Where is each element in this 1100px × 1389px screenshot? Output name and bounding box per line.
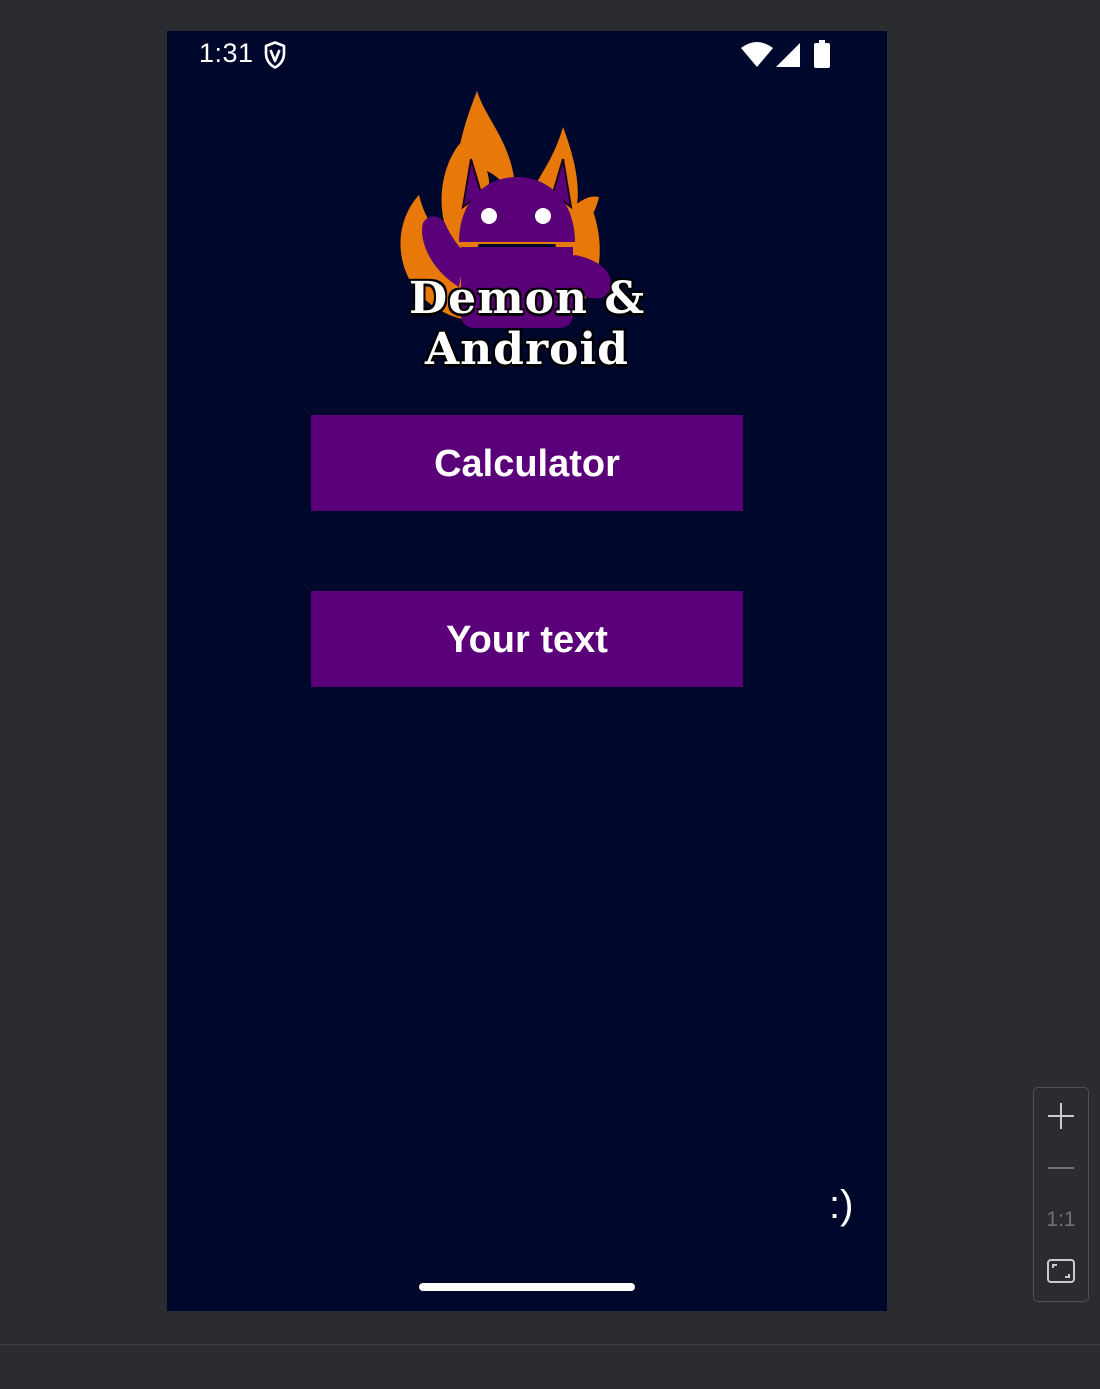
gesture-nav-handle[interactable] <box>419 1283 635 1291</box>
wifi-icon <box>741 42 773 67</box>
status-time: 1:31 <box>199 38 254 68</box>
minus-icon <box>1048 1167 1074 1169</box>
status-bar: 1:31 <box>167 31 887 79</box>
actual-size-button[interactable]: 1:1 <box>1034 1194 1088 1246</box>
smiley-text: :) <box>829 1183 854 1227</box>
zoom-out-button[interactable] <box>1034 1142 1088 1194</box>
battery-icon <box>814 40 830 68</box>
device-screen: 1:31 Demon & Android Calculator Your tex… <box>167 31 887 1311</box>
your-text-button[interactable]: Your text <box>311 591 743 687</box>
ide-bottom-bar <box>0 1344 1100 1389</box>
robot-eye-right <box>535 208 551 224</box>
shield-icon <box>264 41 286 69</box>
robot-eye-left <box>481 208 497 224</box>
fit-screen-button[interactable] <box>1034 1246 1088 1298</box>
zoom-in-button[interactable] <box>1034 1090 1088 1142</box>
logo-title: Demon & Android <box>408 273 646 375</box>
fit-screen-icon <box>1047 1259 1075 1283</box>
plus-icon <box>1048 1103 1074 1129</box>
app-logo: Demon & Android <box>327 87 727 375</box>
cell-signal-icon <box>776 43 800 67</box>
zoom-controls: 1:1 <box>1033 1087 1089 1302</box>
emulator-viewport: 1:31 Demon & Android Calculator Your tex… <box>0 0 1100 1344</box>
calculator-button[interactable]: Calculator <box>311 415 743 511</box>
